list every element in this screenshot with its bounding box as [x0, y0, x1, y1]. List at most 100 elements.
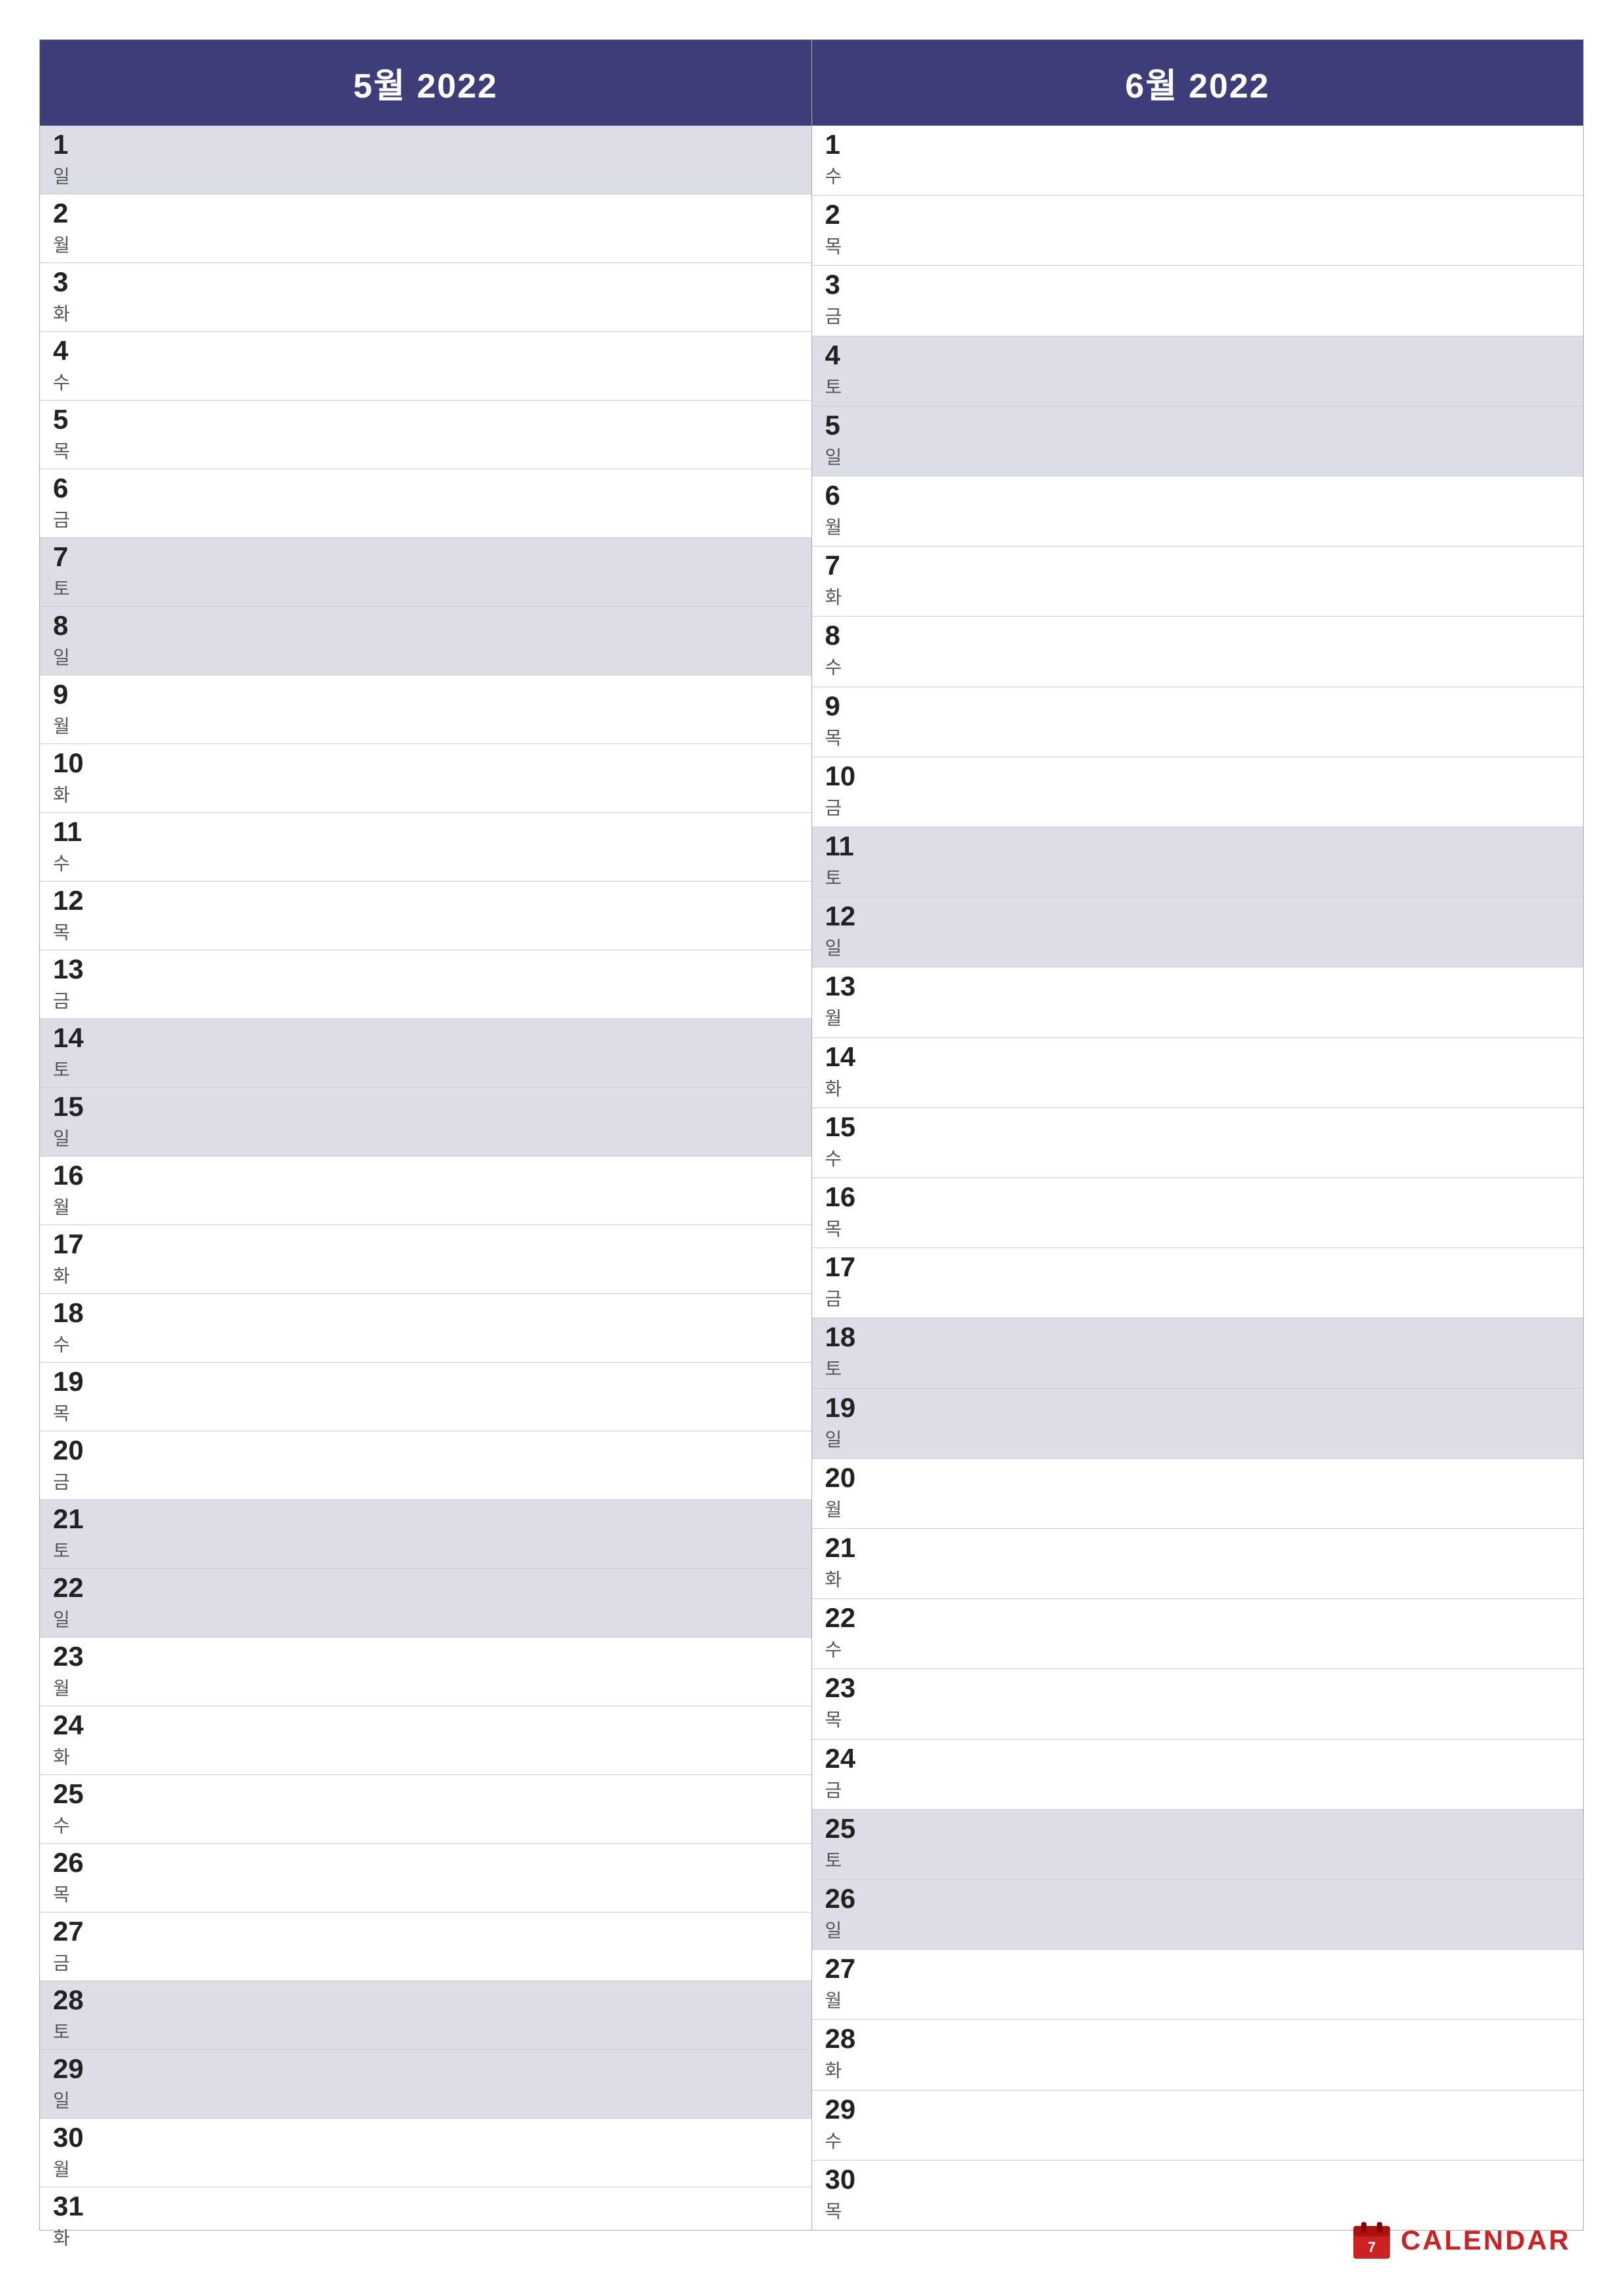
day-number: 23	[53, 1643, 92, 1670]
day-name: 일	[53, 643, 92, 670]
day-info: 8수	[825, 622, 865, 679]
day-info: 25 수	[53, 1780, 92, 1838]
day-name: 일	[825, 1916, 865, 1943]
day-info: 16목	[825, 1183, 865, 1241]
day-info: 11수	[53, 818, 92, 876]
day-number: 3	[53, 268, 92, 296]
day-row: 16월	[40, 1157, 812, 1225]
day-number: 14	[825, 1043, 865, 1071]
day-number: 5	[53, 406, 92, 433]
day-info: 29일	[53, 2055, 92, 2113]
day-row: 3금	[812, 266, 1584, 336]
day-name: 화	[53, 1743, 92, 1769]
day-name: 수	[825, 162, 865, 188]
day-name: 화	[825, 2056, 865, 2083]
day-row: 25 수	[40, 1775, 812, 1844]
day-info: 11토	[825, 833, 865, 890]
day-name: 금	[53, 987, 92, 1013]
day-info: 27월	[825, 1955, 865, 2013]
day-row: 22 수	[812, 1599, 1584, 1669]
day-row: 20금	[40, 1431, 812, 1500]
day-number: 11	[53, 818, 92, 846]
day-name: 목	[53, 918, 92, 944]
day-number: 22	[825, 1604, 865, 1632]
day-row: 2월	[40, 194, 812, 263]
day-row: 10화	[40, 744, 812, 813]
day-number: 2	[53, 200, 92, 227]
day-row: 20월	[812, 1459, 1584, 1529]
day-name: 화	[53, 300, 92, 326]
day-number: 22	[53, 1574, 92, 1602]
day-name: 금	[825, 302, 865, 329]
day-number: 25	[825, 1815, 865, 1842]
day-row: 15일	[40, 1088, 812, 1157]
day-name: 수	[825, 1636, 865, 1662]
day-name: 화	[53, 781, 92, 807]
day-number: 6	[825, 482, 865, 509]
day-name: 목	[825, 2197, 865, 2223]
day-row: 28화	[812, 2020, 1584, 2090]
day-info: 23월	[53, 1643, 92, 1700]
day-number: 4	[53, 337, 92, 365]
day-info: 26목	[53, 1849, 92, 1907]
day-info: 18토	[825, 1323, 865, 1381]
day-name: 목	[825, 724, 865, 750]
day-row: 4수	[40, 332, 812, 401]
day-number: 28	[53, 1986, 92, 2014]
day-info: 17화	[53, 1230, 92, 1288]
day-number: 14	[53, 1024, 92, 1052]
days-container-2: 1수2목3금4토5일6월7화8수9목10금11토12일13월14화15수16목1…	[812, 126, 1584, 2230]
day-name: 화	[53, 1262, 92, 1288]
day-row: 9월	[40, 675, 812, 744]
day-number: 18	[825, 1323, 865, 1351]
day-row: 12일	[812, 897, 1584, 967]
svg-text:7: 7	[1368, 2239, 1376, 2255]
day-number: 17	[825, 1253, 865, 1281]
day-info: 9월	[53, 681, 92, 738]
day-row: 21토	[40, 1500, 812, 1569]
day-name: 화	[825, 583, 865, 609]
day-number: 19	[53, 1368, 92, 1395]
day-info: 19목	[53, 1368, 92, 1426]
day-name: 목	[825, 232, 865, 259]
day-info: 4수	[53, 337, 92, 395]
day-row: 17금	[812, 1248, 1584, 1318]
day-number: 8	[53, 612, 92, 639]
day-info: 22 수	[825, 1604, 865, 1662]
day-number: 10	[825, 762, 865, 790]
day-info: 10화	[53, 749, 92, 807]
day-info: 24금	[825, 1745, 865, 1803]
day-row: 23목	[812, 1669, 1584, 1739]
day-info: 24화	[53, 1712, 92, 1769]
day-row: 13금	[40, 950, 812, 1019]
month-col-1: 5월 20221일2월3화4수5목6금7토8일9월10화11수12목13금14토…	[40, 40, 812, 2230]
day-row: 6금	[40, 469, 812, 538]
day-row: 2목	[812, 196, 1584, 266]
logo-text: CALENDAR	[1400, 2225, 1571, 2256]
day-number: 27	[53, 1918, 92, 1945]
day-row: 17화	[40, 1225, 812, 1294]
day-name: 금	[53, 1949, 92, 1975]
day-name: 수	[53, 1812, 92, 1838]
day-number: 7	[825, 552, 865, 579]
day-row: 18수	[40, 1294, 812, 1363]
day-name: 목	[825, 1706, 865, 1732]
day-name: 화	[825, 1075, 865, 1101]
day-name: 월	[53, 2155, 92, 2181]
day-number: 6	[53, 475, 92, 502]
day-number: 25	[53, 1780, 92, 1808]
day-row: 24화	[40, 1706, 812, 1775]
day-info: 2목	[825, 201, 865, 259]
day-row: 8수	[812, 617, 1584, 687]
day-info: 16월	[53, 1162, 92, 1219]
day-info: 12 목	[53, 887, 92, 944]
day-number: 12	[53, 887, 92, 914]
day-info: 14토	[53, 1024, 92, 1082]
day-info: 22일	[53, 1574, 92, 1632]
day-info: 25토	[825, 1815, 865, 1873]
day-number: 19	[825, 1394, 865, 1422]
day-number: 13	[825, 973, 865, 1000]
day-number: 5	[825, 412, 865, 439]
day-name: 월	[825, 513, 865, 539]
day-name: 토	[53, 2018, 92, 2044]
